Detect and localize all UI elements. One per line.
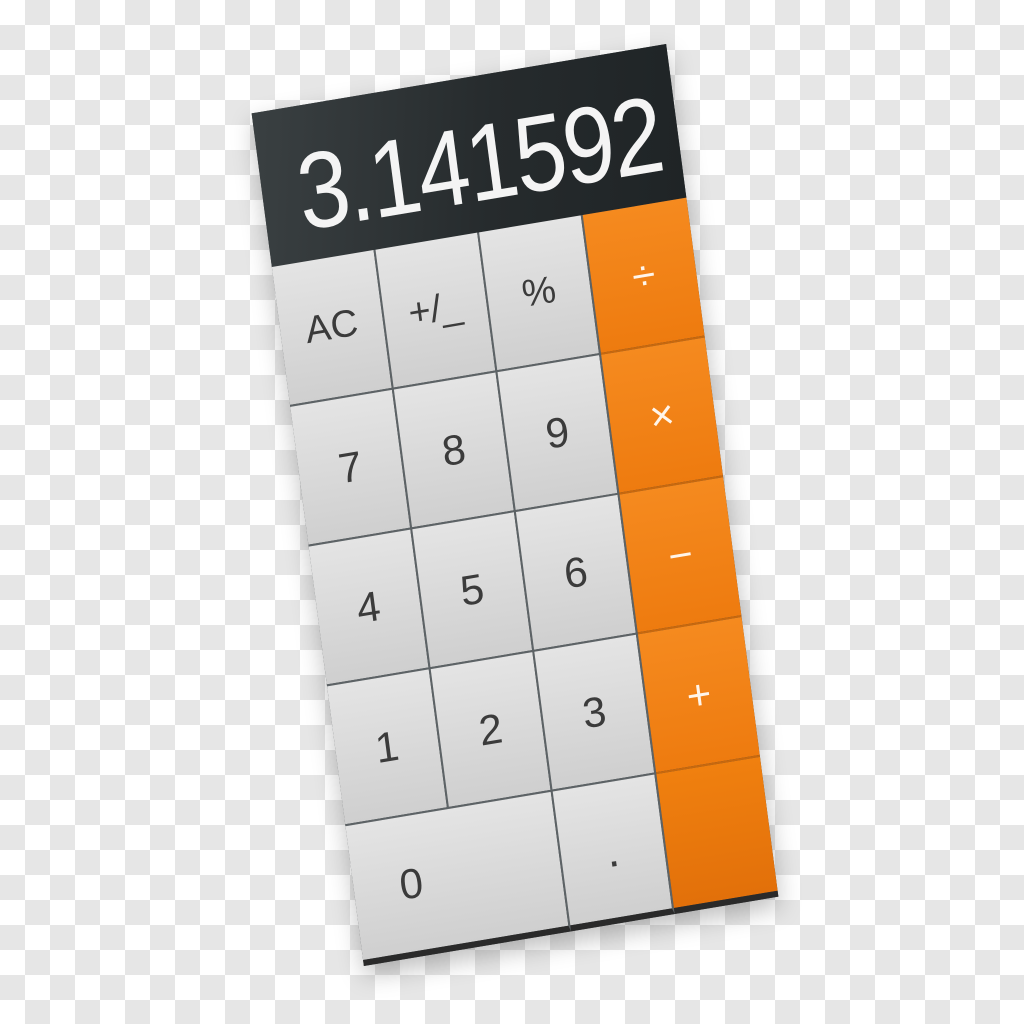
digit-1-button[interactable]: 1 — [327, 669, 450, 827]
canvas: 3.141592 AC +/_ % ÷ 7 8 9 × 4 5 6 − 1 2 … — [0, 0, 1024, 1024]
digit-6-button[interactable]: 6 — [515, 494, 638, 652]
digit-9-button[interactable]: 9 — [497, 354, 620, 512]
multiply-button[interactable]: × — [601, 337, 724, 495]
digit-7-button[interactable]: 7 — [290, 389, 413, 547]
digit-8-button[interactable]: 8 — [393, 372, 516, 530]
equals-button[interactable] — [656, 756, 779, 914]
digit-4-button[interactable]: 4 — [308, 529, 431, 687]
plus-button[interactable]: + — [637, 617, 760, 775]
keypad: AC +/_ % ÷ 7 8 9 × 4 5 6 − 1 2 3 + 0 . — [271, 197, 779, 967]
decimal-button[interactable]: . — [552, 774, 675, 932]
calculator-icon: 3.141592 AC +/_ % ÷ 7 8 9 × 4 5 6 − 1 2 … — [251, 43, 779, 967]
digit-2-button[interactable]: 2 — [430, 651, 553, 809]
divide-button[interactable]: ÷ — [582, 197, 705, 355]
digit-5-button[interactable]: 5 — [412, 511, 535, 670]
plus-minus-button[interactable]: +/_ — [375, 232, 498, 390]
minus-button[interactable]: − — [619, 477, 742, 635]
clear-button[interactable]: AC — [271, 249, 394, 407]
percent-button[interactable]: % — [479, 215, 602, 373]
digit-3-button[interactable]: 3 — [534, 634, 657, 792]
